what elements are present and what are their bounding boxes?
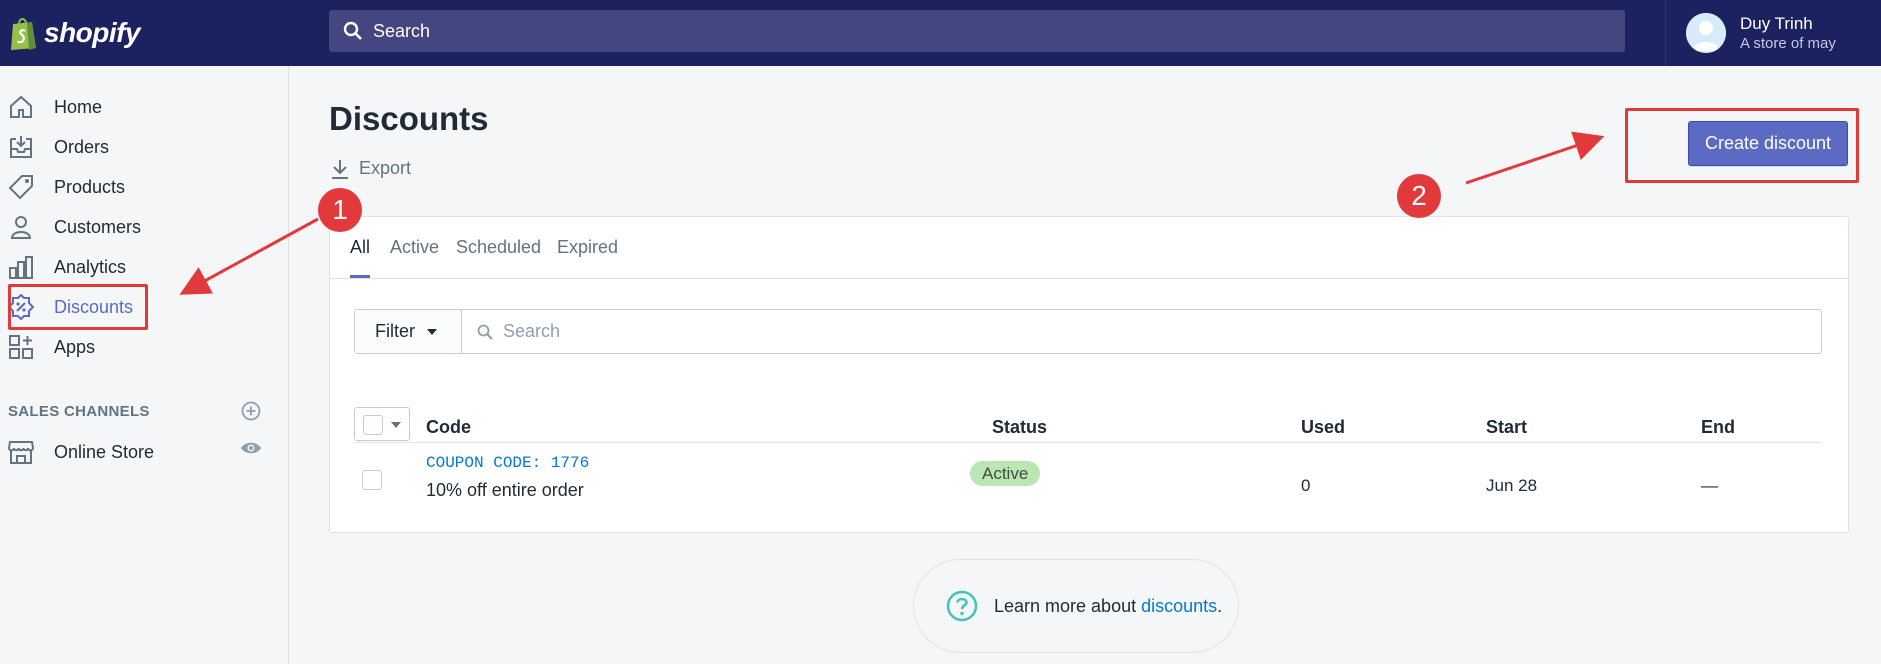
orders-icon (10, 136, 32, 158)
user-name: Duy Trinh (1740, 14, 1813, 33)
learn-more-suffix: . (1217, 595, 1223, 616)
tag-icon (8, 175, 33, 200)
chevron-down-icon (427, 328, 437, 335)
sidebar-item-products[interactable]: Products (0, 167, 289, 207)
bulk-select-checkbox[interactable] (354, 407, 410, 441)
table-row[interactable]: COUPON CODE: 1776 10% off entire order A… (354, 444, 1822, 532)
learn-more-text: Learn more about discounts. (994, 596, 1222, 617)
sidebar-item-label: Online Store (54, 441, 155, 462)
logo-text: shopify (44, 17, 141, 48)
search-icon (343, 21, 362, 40)
help-circle-icon (946, 590, 978, 622)
discount-description: 10% off entire order (426, 480, 584, 500)
annotation-box-discounts (8, 284, 148, 330)
sidebar-item-label: Orders (54, 136, 110, 157)
export-button[interactable]: Export (331, 158, 411, 179)
learn-more-prefix: Learn more about (994, 595, 1142, 616)
discounts-help-link[interactable]: discounts (1141, 596, 1217, 616)
select-all-checkbox[interactable] (363, 415, 383, 435)
row-checkbox[interactable] (362, 470, 382, 490)
store-name: A store of may (1740, 35, 1836, 52)
column-header-used[interactable]: Used (1301, 417, 1345, 438)
sidebar-item-label: Products (54, 176, 126, 197)
discount-search-input[interactable]: Search (463, 310, 560, 353)
sidebar-item-label: Customers (54, 216, 142, 237)
page-title: Discounts (329, 100, 489, 137)
sidebar-item-label: Apps (54, 336, 96, 357)
sidebar-item-apps[interactable]: Apps (0, 327, 289, 367)
home-icon (10, 95, 32, 118)
discounts-card: All Active Scheduled Expired Filter Sear… (329, 216, 1849, 533)
sidebar-item-label: Analytics (54, 256, 127, 277)
add-circle-icon[interactable] (241, 401, 261, 421)
apps-icon (9, 335, 33, 359)
global-search-input[interactable]: Search (329, 10, 1625, 52)
person-icon (10, 216, 32, 239)
column-header-start[interactable]: Start (1486, 417, 1527, 438)
global-search-placeholder: Search (373, 20, 431, 41)
sales-channels-heading: SALES CHANNELS (8, 403, 150, 420)
search-placeholder: Search (503, 321, 561, 341)
annotation-number-1: 1 (318, 188, 362, 232)
column-header-end[interactable]: End (1701, 417, 1735, 438)
used-count: 0 (1301, 476, 1311, 495)
end-date: — (1701, 476, 1718, 495)
tab-scheduled[interactable]: Scheduled (456, 237, 541, 258)
filter-label: Filter (375, 321, 415, 341)
sidebar-item-label: Home (54, 96, 103, 117)
export-label: Export (359, 158, 412, 178)
eye-icon[interactable] (240, 440, 262, 456)
top-bar: shopify Search Duy Trinh A store of may (0, 0, 1881, 66)
annotation-box-create-discount (1625, 108, 1859, 183)
filter-bar: Filter Search (354, 309, 1822, 354)
tab-active[interactable]: Active (390, 237, 439, 258)
filter-button[interactable]: Filter (355, 310, 462, 353)
status-badge: Active (970, 461, 1041, 486)
bar-chart-icon (9, 256, 33, 279)
user-menu[interactable]: Duy Trinh A store of may (1665, 0, 1881, 66)
sidebar-item-home[interactable]: Home (0, 87, 289, 127)
start-date: Jun 28 (1486, 476, 1538, 495)
column-header-status[interactable]: Status (992, 417, 1047, 438)
annotation-number-2: 2 (1397, 174, 1441, 218)
chevron-down-icon[interactable] (391, 422, 401, 428)
sidebar-item-orders[interactable]: Orders (0, 127, 289, 167)
sidebar: Home Orders Products Customers Analytics (0, 66, 289, 664)
filter-tabs: All Active Scheduled Expired (330, 217, 1848, 279)
column-header-code[interactable]: Code (426, 417, 471, 438)
learn-more-callout: Learn more about discounts. (913, 559, 1239, 653)
sidebar-item-analytics[interactable]: Analytics (0, 247, 289, 287)
tab-expired[interactable]: Expired (557, 237, 618, 258)
download-icon (332, 159, 348, 179)
shopify-bag-icon (11, 18, 36, 50)
tab-all[interactable]: All (350, 237, 370, 258)
sidebar-item-customers[interactable]: Customers (0, 207, 289, 247)
table-header: Code Status Used Start End (354, 391, 1822, 443)
annotation-arrow-2 (1465, 131, 1605, 185)
search-icon (477, 324, 493, 340)
active-tab-indicator (350, 275, 370, 278)
discount-code-link[interactable]: COUPON CODE: 1776 (426, 454, 589, 472)
store-icon (8, 441, 34, 464)
avatar (1686, 13, 1726, 53)
shopify-logo[interactable]: shopify (0, 0, 289, 66)
